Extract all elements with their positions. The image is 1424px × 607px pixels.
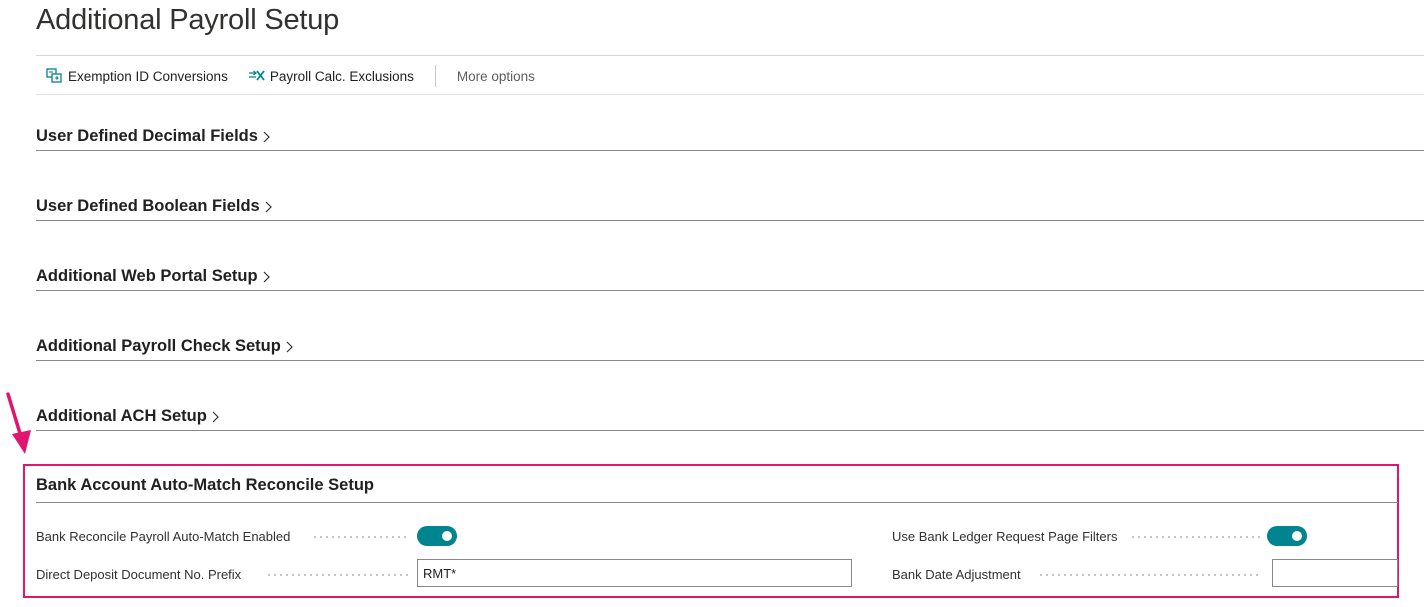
date-adjustment-input[interactable]: [1272, 559, 1398, 587]
fasttab-header[interactable]: User Defined Boolean Fields: [36, 197, 273, 216]
fasttab-divider: [36, 360, 1424, 361]
chevron-right-icon: [212, 411, 219, 422]
fasttab-bank-account-auto-match-title[interactable]: Bank Account Auto-Match Reconcile Setup: [36, 476, 374, 495]
page-title: Additional Payroll Setup: [36, 4, 340, 36]
fasttab-user-defined-decimal-fields: User Defined Decimal Fields: [36, 125, 1424, 155]
fasttab-divider: [36, 430, 1424, 431]
chevron-right-icon: [263, 271, 270, 282]
fasttab-header[interactable]: Additional ACH Setup: [36, 407, 220, 426]
fasttab-divider: [36, 502, 1398, 503]
fasttab-title: Additional Web Portal Setup: [36, 267, 258, 285]
leader-dots: [1130, 536, 1262, 538]
title-divider: [36, 55, 1424, 56]
fasttab-title: Additional ACH Setup: [36, 407, 207, 425]
auto-match-enabled-toggle[interactable]: [417, 526, 457, 546]
annotation-arrow-icon: [6, 392, 31, 454]
fasttab-additional-web-portal-setup: Additional Web Portal Setup: [36, 265, 1424, 295]
action-separator: [434, 65, 436, 87]
fasttab-title: Additional Payroll Check Setup: [36, 337, 281, 355]
fasttab-title: User Defined Boolean Fields: [36, 197, 260, 215]
fasttab-additional-payroll-check-setup: Additional Payroll Check Setup: [36, 335, 1424, 365]
request-page-filters-toggle[interactable]: [1267, 526, 1307, 546]
more-options-button[interactable]: More options: [457, 69, 535, 84]
exemption-id-conversions-button[interactable]: Exemption ID Conversions: [46, 68, 228, 84]
exemption-id-conversions-label: Exemption ID Conversions: [68, 68, 228, 84]
chevron-right-icon: [286, 341, 293, 352]
prefix-input[interactable]: [417, 559, 852, 587]
date-adjustment-label: Bank Date Adjustment: [892, 566, 1021, 582]
chevron-right-icon: [265, 201, 272, 212]
payroll-calc-exclusions-button[interactable]: Payroll Calc. Exclusions: [248, 68, 414, 84]
leader-dots: [312, 536, 408, 538]
fasttab-divider: [36, 150, 1424, 151]
fasttab-divider: [36, 220, 1424, 221]
toggle-knob: [1292, 531, 1302, 541]
fasttab-divider: [36, 290, 1424, 291]
auto-match-enabled-label: Bank Reconcile Payroll Auto-Match Enable…: [36, 528, 291, 544]
action-bar-divider: [36, 94, 1424, 95]
request-page-filters-label: Use Bank Ledger Request Page Filters: [892, 528, 1118, 544]
fasttab-user-defined-boolean-fields: User Defined Boolean Fields: [36, 195, 1424, 225]
action-bar: Exemption ID Conversions Payroll Calc. E…: [36, 62, 535, 90]
toggle-knob: [442, 531, 452, 541]
chevron-right-icon: [263, 131, 270, 142]
fasttab-additional-ach-setup: Additional ACH Setup: [36, 405, 1424, 435]
fasttab-title: User Defined Decimal Fields: [36, 127, 258, 145]
leader-dots: [266, 574, 408, 576]
fasttab-header[interactable]: Additional Payroll Check Setup: [36, 337, 294, 356]
conversion-icon: [46, 68, 62, 83]
prefix-label: Direct Deposit Document No. Prefix: [36, 566, 242, 582]
exclusion-icon: [248, 70, 265, 81]
payroll-calc-exclusions-label: Payroll Calc. Exclusions: [269, 68, 414, 84]
fasttab-header[interactable]: User Defined Decimal Fields: [36, 127, 271, 146]
leader-dots: [1038, 574, 1262, 576]
fasttab-header[interactable]: Additional Web Portal Setup: [36, 267, 271, 286]
